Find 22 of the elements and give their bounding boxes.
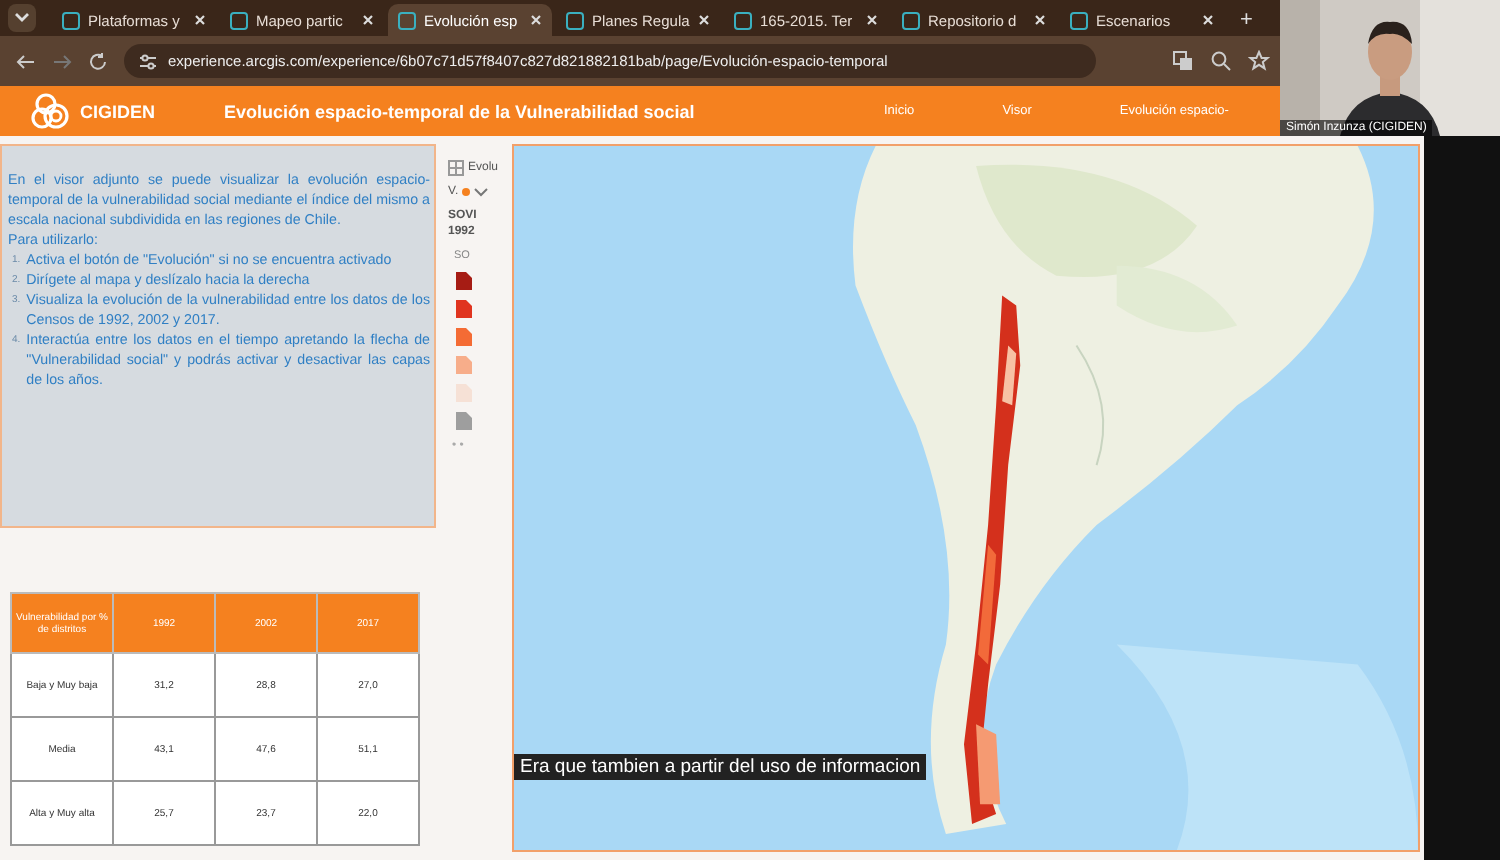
close-icon[interactable] <box>194 14 206 26</box>
site-settings-icon <box>140 53 156 69</box>
tab-list-icon[interactable] <box>8 4 36 32</box>
new-tab-button[interactable]: + <box>1240 8 1253 32</box>
close-icon[interactable] <box>698 14 710 26</box>
logo-text: CIGIDEN <box>80 101 156 121</box>
rings-logo-icon <box>30 91 74 131</box>
subtitle-caption: Era que tambien a partir del uso de informacion <box>514 754 927 780</box>
close-icon[interactable] <box>866 14 878 26</box>
reload-icon[interactable] <box>88 51 108 71</box>
chevron-down-icon[interactable] <box>474 187 489 197</box>
close-icon[interactable] <box>1202 14 1214 26</box>
layers-icon <box>448 160 464 176</box>
zoom-icon[interactable] <box>1210 50 1232 72</box>
translate-icon[interactable] <box>1172 50 1194 72</box>
bookmark-star-icon[interactable] <box>1248 50 1270 72</box>
close-icon[interactable] <box>362 14 374 26</box>
close-icon[interactable] <box>1034 14 1046 26</box>
back-icon[interactable] <box>16 51 36 71</box>
page-title: Evolución espacio-temporal de la Vulnerabilidad social <box>224 101 697 121</box>
status-dot-icon <box>462 188 471 196</box>
close-icon[interactable] <box>530 14 542 26</box>
